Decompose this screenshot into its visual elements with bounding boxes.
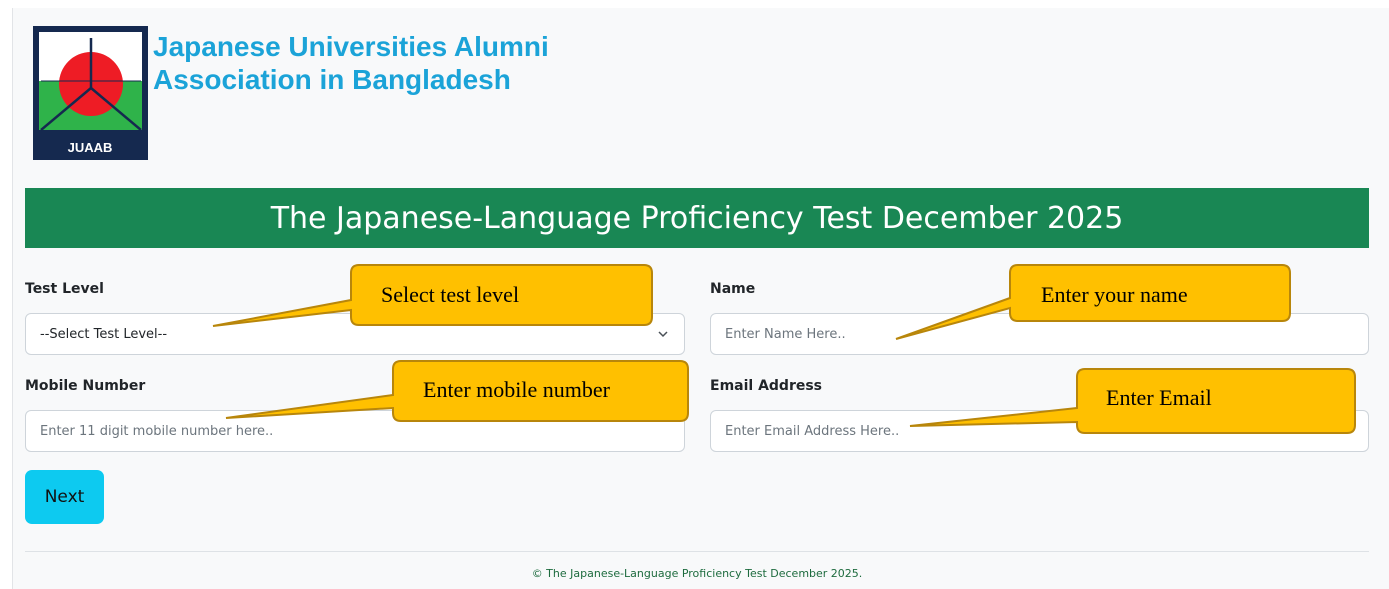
footer-divider <box>25 551 1369 552</box>
test-level-selected-value: --Select Test Level-- <box>40 326 168 342</box>
organization-title-line-1: Japanese Universities Alumni <box>153 31 549 62</box>
footer-copyright: © The Japanese-Language Proficiency Test… <box>531 567 863 580</box>
chevron-down-icon <box>656 327 670 345</box>
callout-name-text: Enter your name <box>1041 282 1188 307</box>
next-button[interactable]: Next <box>25 470 104 524</box>
juaab-logo: JUAAB <box>33 26 148 160</box>
mobile-number-input[interactable] <box>25 410 685 452</box>
name-input[interactable] <box>710 313 1369 355</box>
email-address-label: Email Address <box>710 378 823 394</box>
callout-test-level-text: Select test level <box>381 282 520 307</box>
email-address-input[interactable] <box>710 410 1369 452</box>
callout-email-text: Enter Email <box>1106 385 1212 410</box>
mobile-number-label: Mobile Number <box>25 378 146 394</box>
callout-mobile-number-text: Enter mobile number <box>423 377 610 402</box>
page-title-banner: The Japanese-Language Proficiency Test D… <box>25 188 1369 248</box>
organization-title-line-2: Association in Bangladesh <box>153 64 511 95</box>
organization-title: Japanese Universities Alumni Association… <box>153 30 549 96</box>
logo-text: JUAAB <box>68 140 113 155</box>
test-level-select[interactable]: --Select Test Level-- <box>25 313 685 355</box>
test-level-label: Test Level <box>25 281 104 297</box>
name-label: Name <box>710 281 756 297</box>
